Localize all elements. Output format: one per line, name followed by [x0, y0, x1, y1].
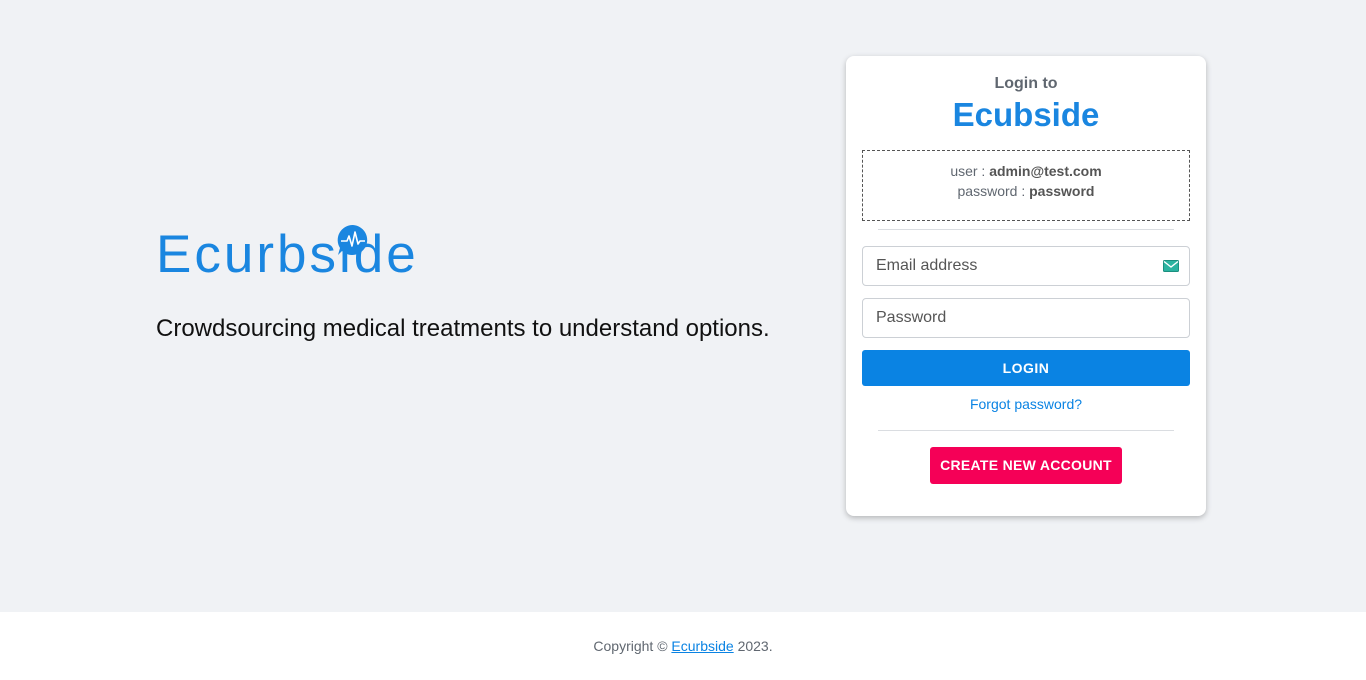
- heartbeat-bubble-icon: [337, 224, 368, 255]
- password-placeholder: Password: [876, 309, 947, 326]
- password-field[interactable]: Password: [862, 298, 1190, 338]
- footer-year: 2023.: [737, 638, 773, 654]
- email-placeholder: Email address: [876, 257, 978, 274]
- create-account-button[interactable]: CREATE NEW ACCOUNT: [930, 447, 1122, 484]
- login-card: Login to Ecubside user : admin@test.com …: [846, 56, 1206, 516]
- divider-top: [878, 229, 1174, 230]
- credentials-password-label: password :: [957, 183, 1026, 199]
- credentials-user-label: user :: [950, 163, 986, 179]
- email-field[interactable]: Email address: [862, 246, 1190, 286]
- footer-copyright: Copyright ©: [593, 638, 668, 654]
- forgot-password-link[interactable]: Forgot password?: [846, 396, 1206, 412]
- credentials-user-line: user : admin@test.com: [863, 161, 1189, 181]
- footer-brand-link[interactable]: Ecurbside: [671, 638, 733, 654]
- credentials-password-line: password : password: [863, 181, 1189, 201]
- logo-text: Ecurbside: [156, 225, 419, 284]
- credentials-password-value: password: [1029, 183, 1095, 199]
- main-area: Ecurbside Crowdsourcing medical treatmen…: [0, 0, 1366, 612]
- logo: Ecurbside: [156, 222, 436, 286]
- card-pretitle: Login to: [994, 75, 1058, 92]
- footer: Copyright © Ecurbside 2023.: [0, 612, 1366, 680]
- email-icon: [1163, 260, 1179, 272]
- divider-bottom: [878, 430, 1174, 431]
- login-button[interactable]: LOGIN: [862, 350, 1190, 386]
- brand-section: Ecurbside Crowdsourcing medical treatmen…: [156, 222, 796, 343]
- tagline: Crowdsourcing medical treatments to unde…: [156, 315, 770, 342]
- demo-credentials: user : admin@test.com password : passwor…: [862, 150, 1190, 221]
- credentials-user-value: admin@test.com: [989, 163, 1102, 179]
- card-title: Ecubside: [952, 96, 1100, 133]
